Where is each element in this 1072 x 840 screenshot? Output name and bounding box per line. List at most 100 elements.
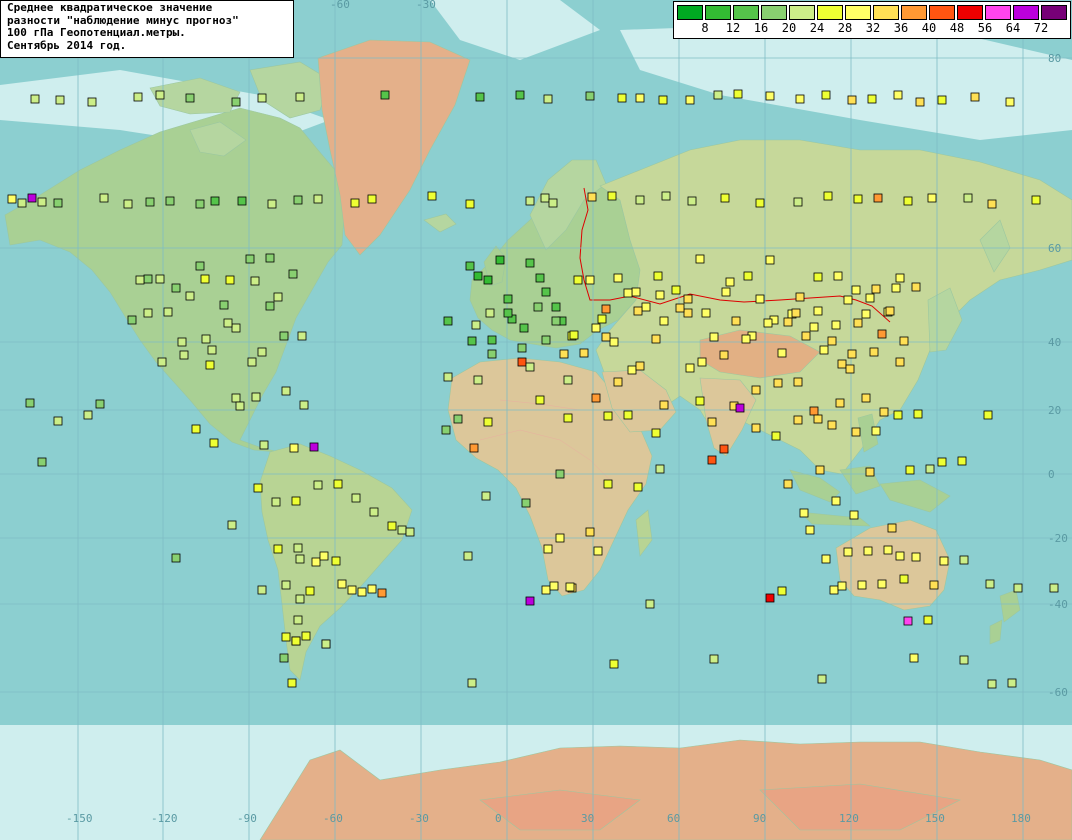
station-marker: [453, 414, 463, 424]
legend-label: 8: [701, 21, 709, 35]
station-marker: [970, 92, 980, 102]
station-marker: [987, 679, 997, 689]
lat-label: -60: [1048, 686, 1068, 699]
station-marker: [517, 343, 527, 353]
station-marker: [939, 556, 949, 566]
station-marker: [871, 426, 881, 436]
station-marker: [837, 359, 847, 369]
station-marker: [633, 306, 643, 316]
station-marker: [405, 527, 415, 537]
station-marker: [219, 300, 229, 310]
station-marker: [231, 97, 241, 107]
station-marker: [357, 587, 367, 597]
station-marker: [347, 585, 357, 595]
station-marker: [295, 554, 305, 564]
station-marker: [707, 417, 717, 427]
legend-label: 40: [921, 21, 937, 35]
station-marker: [237, 196, 247, 206]
station-marker: [911, 282, 921, 292]
station-marker: [899, 336, 909, 346]
station-marker: [633, 482, 643, 492]
station-marker: [209, 438, 219, 448]
legend-swatch: [705, 5, 731, 20]
station-marker: [377, 588, 387, 598]
station-marker: [569, 330, 579, 340]
station-marker: [369, 507, 379, 517]
station-marker: [851, 427, 861, 437]
station-marker: [250, 276, 260, 286]
legend-label: 56: [977, 21, 993, 35]
station-marker: [273, 544, 283, 554]
station-marker: [645, 599, 655, 609]
lat-label: 0: [1048, 468, 1055, 481]
station-marker: [299, 400, 309, 410]
station-marker: [133, 92, 143, 102]
station-marker: [631, 287, 641, 297]
station-marker: [597, 314, 607, 324]
station-marker: [185, 93, 195, 103]
station-marker: [867, 94, 877, 104]
station-marker: [765, 255, 775, 265]
station-marker: [591, 323, 601, 333]
station-marker: [801, 331, 811, 341]
station-marker: [709, 654, 719, 664]
station-marker: [601, 332, 611, 342]
station-marker: [795, 94, 805, 104]
station-marker: [793, 377, 803, 387]
station-marker: [1013, 583, 1023, 593]
station-marker: [467, 336, 477, 346]
lat-label: 40: [1048, 336, 1061, 349]
station-marker: [671, 285, 681, 295]
lon-label: -90: [237, 812, 257, 825]
station-marker: [563, 375, 573, 385]
lon-label: 90: [753, 812, 766, 825]
station-marker: [143, 274, 153, 284]
lon-label: -30: [409, 812, 429, 825]
station-marker: [755, 198, 765, 208]
legend-swatch: [677, 5, 703, 20]
station-marker: [251, 392, 261, 402]
station-marker: [685, 363, 695, 373]
station-marker: [697, 357, 707, 367]
station-marker: [293, 615, 303, 625]
station-marker: [661, 191, 671, 201]
station-marker: [909, 653, 919, 663]
station-marker: [53, 416, 63, 426]
legend-swatch: [985, 5, 1011, 20]
station-marker: [525, 258, 535, 268]
station-marker: [257, 347, 267, 357]
station-marker: [653, 271, 663, 281]
legend-label: 24: [809, 21, 825, 35]
station-marker: [279, 653, 289, 663]
station-marker: [469, 443, 479, 453]
legend-swatch: [873, 5, 899, 20]
station-marker: [695, 254, 705, 264]
legend-label: 36: [893, 21, 909, 35]
station-marker: [267, 199, 277, 209]
station-marker: [288, 269, 298, 279]
station-marker: [543, 94, 553, 104]
legend-swatch: [733, 5, 759, 20]
station-marker: [893, 410, 903, 420]
station-marker: [37, 197, 47, 207]
station-marker: [695, 396, 705, 406]
station-marker: [719, 444, 729, 454]
station-marker: [165, 196, 175, 206]
station-marker: [857, 580, 867, 590]
station-marker: [559, 349, 569, 359]
station-marker: [367, 584, 377, 594]
station-marker: [877, 329, 887, 339]
station-marker: [487, 349, 497, 359]
station-marker: [565, 582, 575, 592]
station-marker: [55, 95, 65, 105]
station-marker: [27, 193, 37, 203]
station-marker: [287, 678, 297, 688]
station-marker: [777, 586, 787, 596]
station-marker: [659, 400, 669, 410]
station-marker: [813, 414, 823, 424]
station-marker: [843, 295, 853, 305]
station-marker: [603, 411, 613, 421]
station-marker: [675, 303, 685, 313]
station-marker: [903, 196, 913, 206]
station-marker: [809, 322, 819, 332]
